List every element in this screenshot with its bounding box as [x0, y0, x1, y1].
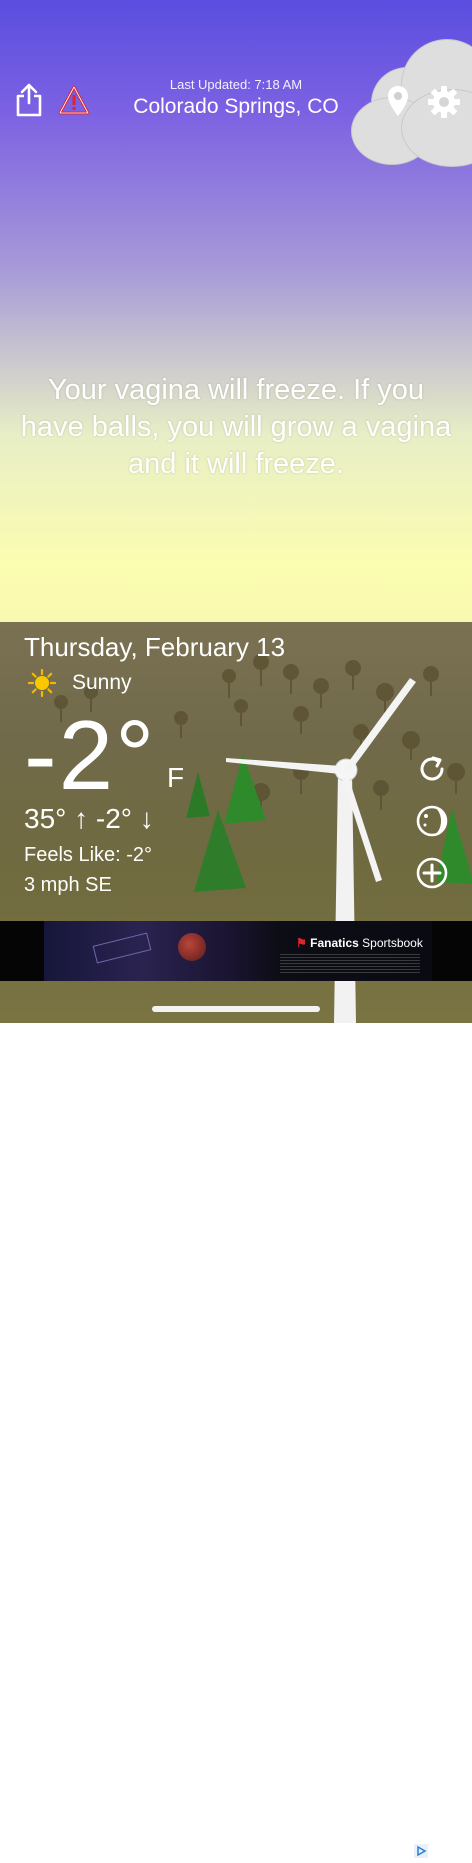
ad-ball-graphic [178, 933, 206, 961]
sun-icon [27, 668, 57, 698]
ad-choices-icon[interactable] [414, 1844, 428, 1858]
location-name[interactable]: Colorado Springs, CO [120, 95, 352, 119]
ad-ticket-graphic [92, 932, 152, 964]
refresh-icon[interactable] [415, 752, 449, 786]
share-icon[interactable] [14, 82, 44, 118]
ad-brand-suffix: Sportsbook [362, 936, 423, 950]
last-updated-text: Last Updated: 7:18 AM [169, 77, 303, 92]
moon-icon[interactable] [415, 804, 449, 838]
high-low-temperature: 35° ↑ -2° ↓ [24, 803, 154, 834]
gear-icon[interactable] [426, 84, 462, 120]
ad-fine-print [280, 954, 420, 974]
wind-text: 3 mph SE [24, 874, 112, 896]
temperature-unit[interactable]: F [167, 762, 184, 794]
ad-brand-name: Fanatics [310, 936, 359, 950]
location-pin-icon[interactable] [386, 84, 410, 118]
weather-message: Your vagina will freeze. If you have bal… [20, 374, 452, 480]
alert-icon[interactable] [58, 84, 90, 116]
feels-like-text: Feels Like: -2° [24, 844, 153, 866]
ad-brand-text[interactable]: ⚑ Fanatics Sportsbook [296, 936, 423, 950]
home-indicator[interactable] [152, 1006, 320, 1012]
current-temperature: -2° [24, 700, 157, 810]
ad-flag-icon: ⚑ [296, 936, 307, 950]
add-icon[interactable] [415, 856, 449, 890]
forecast-date: Thursday, February 13 [24, 632, 286, 662]
condition-label: Sunny [72, 671, 132, 694]
